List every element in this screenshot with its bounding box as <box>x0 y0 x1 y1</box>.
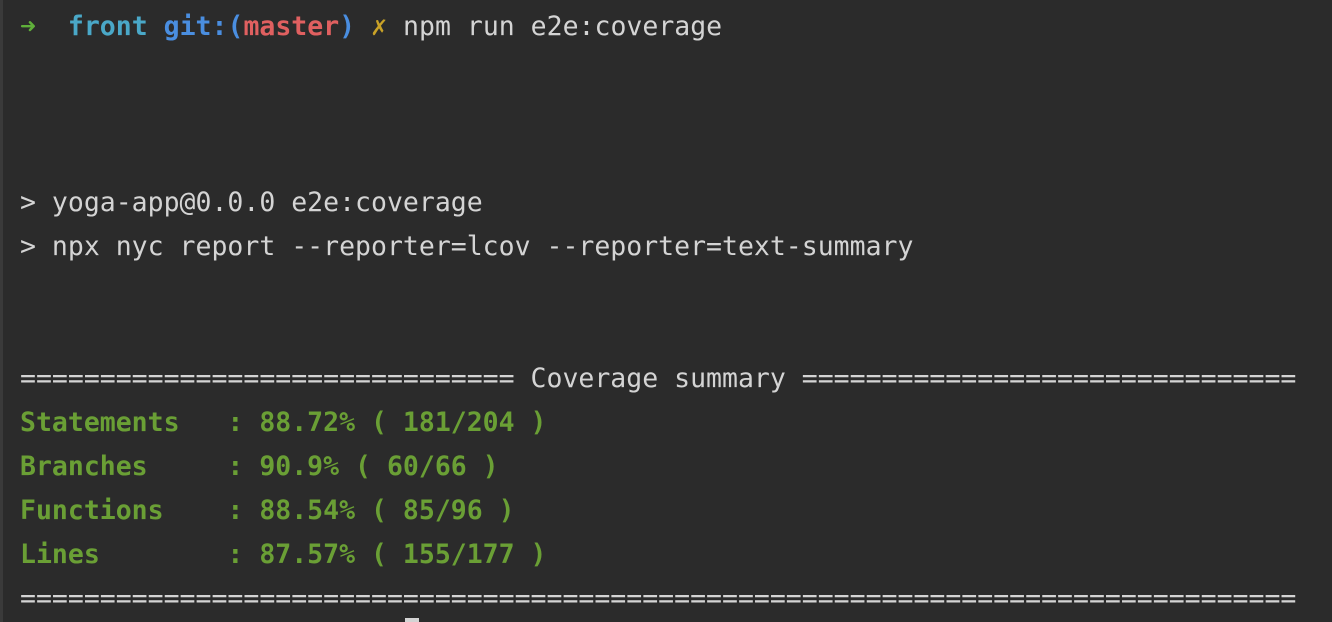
coverage-row-branches: Branches : 90.9% ( 60/66 ) <box>20 451 499 482</box>
text-cursor <box>405 618 419 622</box>
prompt-line: ➜ front git:(master) ✗ npm run e2e:cover… <box>20 9 722 45</box>
prompt-arrow-icon: ➜ <box>20 11 36 42</box>
current-directory: front <box>67 11 148 42</box>
coverage-row-lines: Lines : 87.57% ( 155/177 ) <box>20 539 547 570</box>
git-branch: master <box>243 11 340 42</box>
coverage-footer: ========================================… <box>20 583 1297 614</box>
paren-open: ( <box>227 11 244 42</box>
script-line-1: > yoga-app@0.0.0 e2e:coverage <box>20 187 483 218</box>
paren-close: ) <box>339 11 356 42</box>
coverage-header: =============================== Coverage… <box>20 363 1297 394</box>
script-line-2: > npx nyc report --reporter=lcov --repor… <box>20 231 914 262</box>
gutter <box>0 0 3 622</box>
dirty-mark-icon: ✗ <box>371 11 388 42</box>
terminal-window[interactable]: ➜ front git:(master) ✗ npm run e2e:cover… <box>0 0 1332 622</box>
coverage-row-functions: Functions : 88.54% ( 85/96 ) <box>20 495 515 526</box>
coverage-row-statements: Statements : 88.72% ( 181/204 ) <box>20 407 547 438</box>
command-text: npm run e2e:coverage <box>403 11 723 42</box>
git-label: git: <box>163 11 228 42</box>
